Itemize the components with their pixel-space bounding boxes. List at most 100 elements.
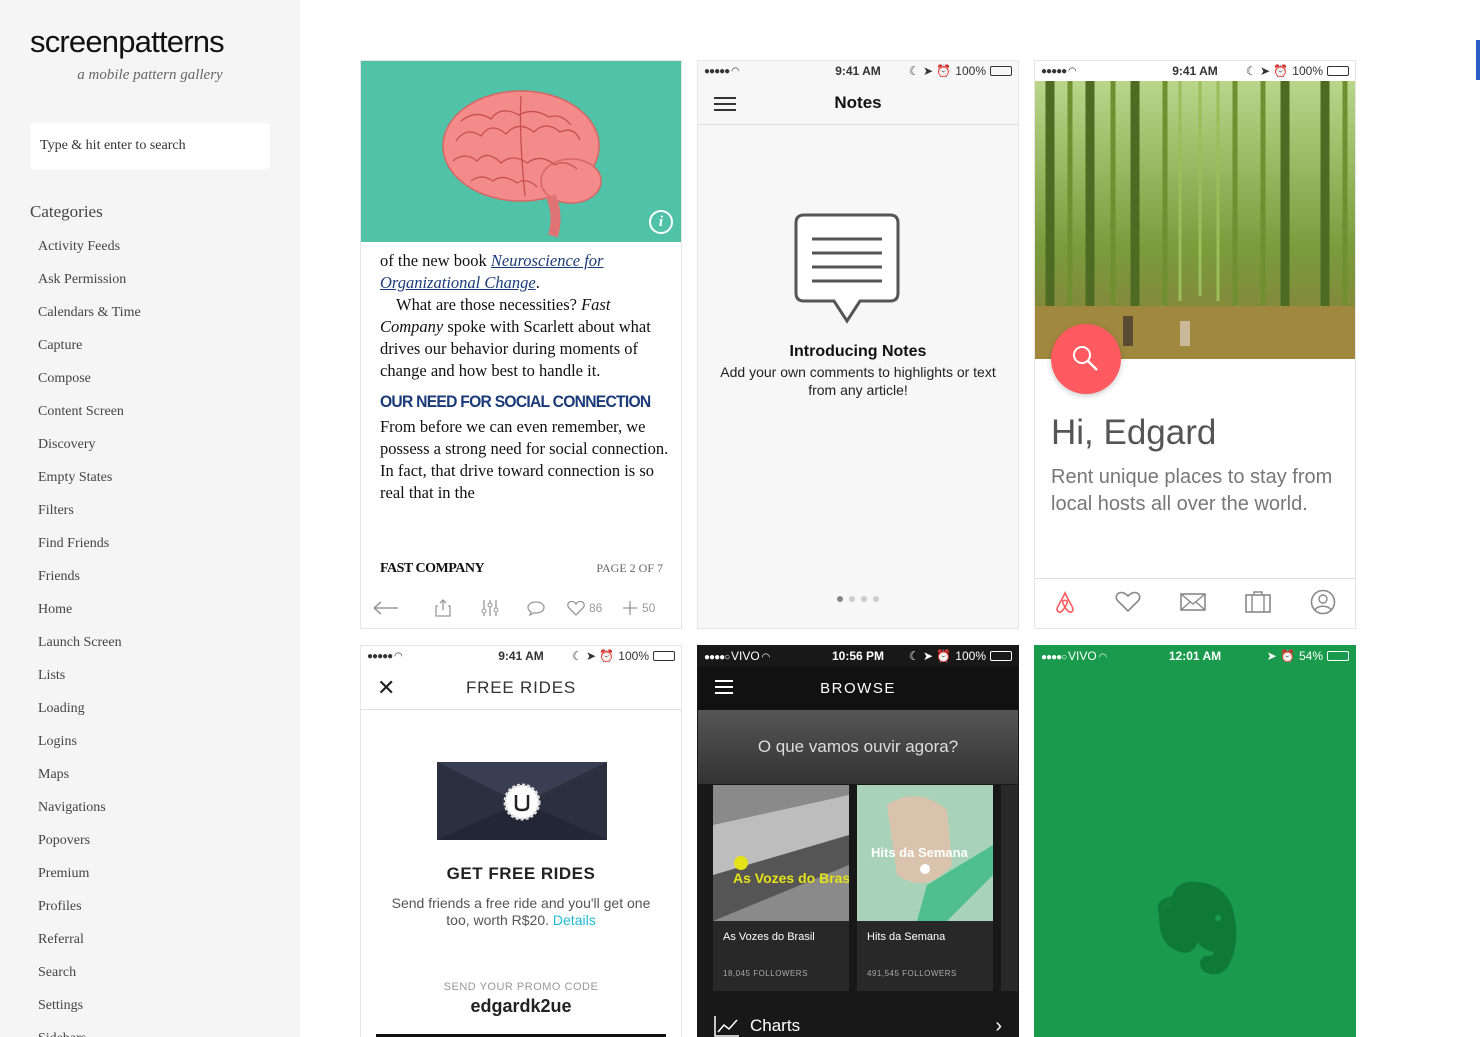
nav-title: BROWSE	[820, 680, 896, 697]
scroll-indicator	[1476, 40, 1480, 80]
category-link[interactable]: Content Screen	[38, 402, 141, 435]
back-arrow-icon[interactable]	[373, 601, 435, 615]
battery-icon	[990, 66, 1012, 76]
playlist-tile[interactable]: As Vozes do Brasil As Vozes do Brasil 18…	[713, 785, 849, 991]
free-rides-heading: GET FREE RIDES	[446, 864, 596, 883]
info-icon[interactable]: i	[649, 210, 673, 234]
article-toolbar: 86 50	[361, 588, 681, 628]
profile-icon[interactable]	[1310, 589, 1336, 620]
category-link[interactable]: Loading	[38, 699, 141, 732]
bamboo-forest-photo	[1035, 81, 1355, 359]
chevron-right-icon: ›	[995, 1014, 1002, 1037]
promo-label: SEND YOUR PROMO CODE	[443, 981, 599, 993]
category-link[interactable]: Find Friends	[38, 534, 141, 567]
site-tagline: a mobile pattern gallery	[77, 67, 223, 83]
charts-row[interactable]: Charts ›	[698, 1006, 1018, 1037]
svg-text:As Vozes do Brasil: As Vozes do Brasil	[733, 870, 849, 886]
pattern-card-uber[interactable]: ●●●●● ◠ 9:41 AM ☾ ➤ ⏰ 100% ✕ FREE RIDES G…	[360, 645, 682, 1037]
playlist-followers: 491,545 FOLLOWERS	[867, 969, 957, 978]
pattern-card-spotify[interactable]: ●●●●○ VIVO ◠ 10:56 PM ☾ ➤ ⏰ 100% BROWSE O…	[697, 645, 1019, 1037]
nav-title: Notes	[834, 93, 882, 112]
category-link[interactable]: Search	[38, 963, 141, 996]
speech-bubble-icon	[794, 213, 900, 330]
notes-subtitle: Add your own comments to highlights or t…	[720, 364, 996, 398]
add-icon[interactable]: 50	[622, 600, 655, 616]
pattern-card-notes[interactable]: ●●●●● ◠ 9:41 AM ☾ ➤ ⏰ 100% Notes Introduc…	[697, 60, 1019, 629]
charts-label: Charts	[750, 1016, 801, 1035]
trips-suitcase-icon[interactable]	[1244, 591, 1271, 618]
playlist-followers: 18,045 FOLLOWERS	[723, 969, 808, 978]
search-input[interactable]	[30, 123, 270, 169]
category-link[interactable]: Ask Permission	[38, 270, 141, 303]
article-paragraph: From before we can even remember, we pos…	[380, 417, 669, 502]
uber-navbar: ✕ FREE RIDES	[361, 666, 681, 710]
playlist-tile-partial[interactable]	[1001, 785, 1018, 991]
envelope-illustration	[437, 762, 607, 849]
category-link[interactable]: Referral	[38, 930, 141, 963]
airbnb-tab-bar	[1035, 578, 1355, 628]
playlist-cover: As Vozes do Brasil	[713, 785, 849, 921]
status-bar: ●●●●● ◠ 9:41 AM ☾ ➤ ⏰ 100%	[361, 646, 681, 666]
category-link[interactable]: Sidebars	[38, 1029, 141, 1037]
free-rides-body: Send friends a free ride and you'll get …	[391, 895, 651, 928]
sidebar: screenpatterns a mobile pattern gallery …	[0, 0, 300, 1037]
playlist-cover: Hits da Semana	[857, 785, 993, 921]
pattern-card-evernote[interactable]: ●●●●○ VIVO ◠ 12:01 AM ➤ ⏰ 54%	[1034, 645, 1356, 1037]
page-indicator: PAGE 2 OF 7	[596, 561, 663, 575]
greeting: Hi, Edgard	[1051, 413, 1217, 452]
category-link[interactable]: Logins	[38, 732, 141, 765]
playlist-tile[interactable]: Hits da Semana Hits da Semana 491,545 FO…	[857, 785, 993, 991]
category-link[interactable]: Compose	[38, 369, 141, 402]
category-link[interactable]: Maps	[38, 765, 141, 798]
messages-envelope-icon[interactable]	[1180, 592, 1206, 617]
category-link[interactable]: Premium	[38, 864, 141, 897]
settings-sliders-icon[interactable]	[481, 599, 527, 617]
category-link[interactable]: Lists	[38, 666, 141, 699]
category-link[interactable]: Home	[38, 600, 141, 633]
nav-title: FREE RIDES	[465, 678, 577, 697]
status-bar: ●●●●○ VIVO ◠ 12:01 AM ➤ ⏰ 54%	[1035, 646, 1355, 666]
like-count: 86	[589, 601, 603, 615]
category-link[interactable]: Popovers	[38, 831, 141, 864]
category-link[interactable]: Discovery	[38, 435, 141, 468]
fast-company-logo: FAST COMPANY	[380, 561, 485, 576]
share-icon[interactable]	[435, 599, 481, 617]
page-dots[interactable]	[698, 589, 1018, 607]
spotify-navbar: BROWSE	[698, 666, 1018, 710]
svg-text:Hits da Semana: Hits da Semana	[871, 845, 969, 860]
airbnb-tagline: Rent unique places to stay from local ho…	[1051, 466, 1333, 515]
comment-icon[interactable]	[527, 600, 567, 616]
airbnb-logo-icon[interactable]	[1054, 590, 1076, 619]
chart-trend-icon	[714, 1016, 739, 1037]
category-link[interactable]: Calendars & Time	[38, 303, 141, 336]
promo-code[interactable]: edgardk2ue	[361, 996, 681, 1017]
pattern-card-article[interactable]: i of the new book Neuroscience for Organ…	[360, 60, 682, 629]
category-link[interactable]: Activity Feeds	[38, 237, 141, 270]
like-heart-icon[interactable]: 86	[567, 600, 622, 616]
search-fab-button[interactable]	[1051, 324, 1121, 394]
add-count: 50	[642, 601, 656, 615]
evernote-elephant-icon	[1152, 878, 1242, 983]
category-link[interactable]: Settings	[38, 996, 141, 1029]
category-link[interactable]: Capture	[38, 336, 141, 369]
pattern-card-airbnb[interactable]: ●●●●● ◠ 9:41 AM ☾ ➤ ⏰ 100% Hi, Edgard Re…	[1034, 60, 1356, 629]
category-link[interactable]: Filters	[38, 501, 141, 534]
status-bar: ●●●●● ◠ 9:41 AM ☾ ➤ ⏰ 100%	[698, 61, 1018, 81]
playlist-name: As Vozes do Brasil	[723, 931, 815, 943]
category-link[interactable]: Navigations	[38, 798, 141, 831]
article-body: of the new book Neuroscience for Organiz…	[380, 251, 669, 502]
category-link[interactable]: Profiles	[38, 897, 141, 930]
article-subheading: OUR NEED FOR SOCIAL CONNECTION	[380, 392, 651, 411]
wishlist-heart-icon[interactable]	[1115, 591, 1141, 618]
playlist-name: Hits da Semana	[867, 931, 946, 943]
notes-title: Introducing Notes	[789, 343, 927, 360]
category-link[interactable]: Friends	[38, 567, 141, 600]
category-link[interactable]: Launch Screen	[38, 633, 141, 666]
site-logo[interactable]: screenpatterns	[30, 24, 225, 60]
battery-icon	[653, 651, 675, 661]
category-link[interactable]: Empty States	[38, 468, 141, 501]
details-link[interactable]: Details	[553, 912, 596, 928]
categories-heading: Categories	[30, 202, 103, 221]
battery-icon	[990, 651, 1012, 661]
brain-illustration: i	[361, 61, 681, 242]
